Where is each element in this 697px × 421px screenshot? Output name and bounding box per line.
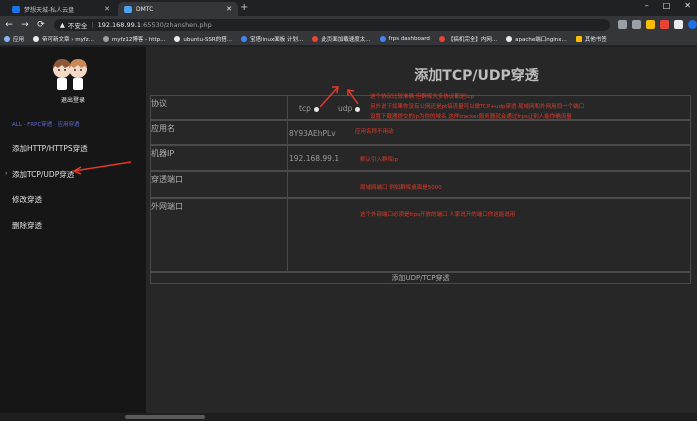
star-icon[interactable] xyxy=(632,20,641,29)
bookmark-favicon-icon xyxy=(240,36,247,42)
annotation-local-port: 局域网端口 例如群晖桌面是5000 xyxy=(360,185,442,191)
appname-value: 8Y93AEhPLv xyxy=(289,129,336,138)
tab-cloud-drive[interactable]: 梦想天城-私人云盘 ✕ xyxy=(6,2,116,16)
annotation-ip: 默认引入群晖ip xyxy=(360,157,399,163)
sidebar-item-modify[interactable]: 修改穿透 xyxy=(12,194,42,205)
extension-icons xyxy=(618,20,697,29)
bookmark-favicon-icon xyxy=(506,36,513,42)
bookmark-label: myfz12博客 - http... xyxy=(111,37,166,43)
annotation-arrow-icon xyxy=(72,161,132,175)
annotation-arrows-icon xyxy=(319,86,359,108)
appname-label: 应用名 xyxy=(150,120,287,145)
ip-row: 机器IP 192.168.99.1 xyxy=(150,145,691,171)
annotation-appname: 应用名称不用动 xyxy=(355,129,394,135)
sidebar-item-add-tcp-udp[interactable]: 添加TCP/UDP穿透 xyxy=(12,169,74,180)
folder-icon xyxy=(575,36,582,42)
tab-close-icon[interactable]: ✕ xyxy=(226,5,232,13)
forward-icon[interactable]: → xyxy=(18,20,32,30)
scrollbar-thumb[interactable] xyxy=(125,415,205,419)
sidebar-item-add-http[interactable]: 添加HTTP/HTTPS穿透 xyxy=(12,143,88,154)
bookmark-label: 其他书签 xyxy=(584,37,607,43)
anime-avatar-icon xyxy=(53,59,87,90)
bookmark-item[interactable]: 帝可新文章 › myfz... xyxy=(33,35,94,43)
bookmark-label: 【搞机完全】内网... xyxy=(447,37,498,43)
bookmark-item[interactable]: apache端口nginx... xyxy=(506,35,567,43)
ip-label: 机器IP xyxy=(150,145,287,171)
address-bar[interactable]: ▲ 不安全 | 192.168.99.1 :65530/zhanshen.php xyxy=(53,18,610,31)
warning-icon: ▲ xyxy=(59,20,65,29)
remote-port-label: 外网端口 xyxy=(150,198,287,272)
add-tcp-udp-button[interactable]: 添加UDP/TCP穿透 xyxy=(150,272,691,284)
local-port-input[interactable] xyxy=(287,171,691,198)
profile-avatar[interactable] xyxy=(688,20,697,29)
bookmark-label: 帝可新文章 › myfz... xyxy=(42,37,94,43)
bookmark-label: frps dashboard xyxy=(388,36,430,42)
extension-icon[interactable] xyxy=(646,20,655,29)
bookmark-item[interactable]: 宝塔linux面板 计划... xyxy=(240,35,304,43)
local-port-label: 穿透端口 xyxy=(150,171,287,198)
bookmark-label: 宝塔linux面板 计划... xyxy=(249,37,304,43)
bookmark-label: ubuntu-SSR的搭... xyxy=(183,37,232,43)
cloud-icon[interactable] xyxy=(674,20,683,29)
logout-link[interactable]: 退出登录 xyxy=(0,95,146,104)
tab-title: DMTC xyxy=(136,5,154,13)
bookmark-item[interactable]: 【搞机完全】内网... xyxy=(438,35,498,43)
bookmark-label: 应用 xyxy=(13,37,25,43)
annotation-protocol-1: 这个协议比较准确 但群晖大多协议都是tcp xyxy=(370,94,474,100)
tab-favicon-icon xyxy=(12,5,20,13)
breadcrumb[interactable]: ALL · FRPC穿透 · 应用穿透 xyxy=(12,120,80,128)
bookmark-item[interactable]: ubuntu-SSR的搭... xyxy=(174,35,232,43)
tab-title: 梦想天城-私人云盘 xyxy=(24,6,75,14)
tab-close-icon[interactable]: ✕ xyxy=(104,5,110,13)
bookmark-favicon-icon xyxy=(438,36,445,42)
protocol-label: 协议 xyxy=(150,95,287,120)
extension-icon[interactable] xyxy=(660,20,669,29)
new-tab-icon[interactable]: + xyxy=(240,2,248,13)
divider: | xyxy=(91,20,94,29)
page-title: 添加TCP/UDP穿透 xyxy=(414,68,539,84)
reload-icon[interactable]: ⟳ xyxy=(34,20,48,30)
horizontal-scrollbar[interactable] xyxy=(0,413,697,421)
appname-row: 应用名 8Y93AEhPLv xyxy=(150,120,691,145)
browser-toolbar: ← → ⟳ ▲ 不安全 | 192.168.99.1 :65530/zhansh… xyxy=(0,16,697,33)
bookmark-label: apache端口nginx... xyxy=(515,37,567,43)
sidebar: 退出登录 ALL · FRPC穿透 · 应用穿透 添加HTTP/HTTPS穿透 … xyxy=(0,47,146,413)
security-label: 不安全 xyxy=(67,21,88,30)
maximize-icon[interactable]: □ xyxy=(663,1,671,10)
ip-input[interactable]: 192.168.99.1 xyxy=(287,145,691,171)
url-host: 192.168.99.1 xyxy=(97,20,141,29)
annotation-protocol-2: 另外说下如果你没有公网还是pt搞流量可以做TCP+udp穿透 局域网和外网用同一… xyxy=(370,104,585,110)
bookmark-item[interactable]: myfz12博客 - http... xyxy=(102,35,166,43)
active-marker-icon: › xyxy=(5,170,8,177)
apps-icon xyxy=(4,36,10,42)
minimize-icon[interactable]: – xyxy=(645,1,649,10)
bookmark-item[interactable]: 此页面加载速度太... xyxy=(312,35,371,43)
back-icon[interactable]: ← xyxy=(2,20,16,30)
url-path: :65530/zhanshen.php xyxy=(140,20,212,29)
bookmark-favicon-icon xyxy=(379,36,386,42)
bookmarks-bar: 应用 帝可新文章 › myfz... myfz12博客 - http... ub… xyxy=(0,33,697,46)
bookmark-favicon-icon xyxy=(312,36,319,42)
bookmark-item[interactable]: 应用 xyxy=(4,35,24,43)
bookmark-favicon-icon xyxy=(102,36,109,42)
tab-favicon-icon xyxy=(124,5,132,13)
bookmark-item[interactable]: frps dashboard xyxy=(379,36,430,42)
page-viewport: 退出登录 ALL · FRPC穿透 · 应用穿透 添加HTTP/HTTPS穿透 … xyxy=(0,47,697,413)
close-window-icon[interactable]: ✕ xyxy=(684,1,691,10)
annotation-remote-port: 这个外部端口必须是frps开放的端口 人家说开的端口你这能说用 xyxy=(360,212,516,218)
bookmark-favicon-icon xyxy=(33,36,40,42)
window-controls: – □ ✕ xyxy=(645,1,691,10)
bookmark-label: 此页面加载速度太... xyxy=(321,37,371,43)
annotation-protocol-3: 设置下载器提交的ip为你的域名 这样tracker服务器就会通过frps让别人能… xyxy=(370,114,572,120)
bookmark-folder[interactable]: 其他书签 xyxy=(575,35,607,43)
bookmark-favicon-icon xyxy=(174,36,181,42)
tab-dmtc[interactable]: DMTC ✕ xyxy=(118,2,238,16)
sidebar-item-delete[interactable]: 删除穿透 xyxy=(12,220,42,231)
appname-input[interactable]: 8Y93AEhPLv xyxy=(287,120,691,145)
tab-strip: 梦想天城-私人云盘 ✕ DMTC ✕ + – □ ✕ xyxy=(0,0,697,16)
ip-value: 192.168.99.1 xyxy=(289,154,340,163)
key-icon[interactable] xyxy=(618,20,627,29)
